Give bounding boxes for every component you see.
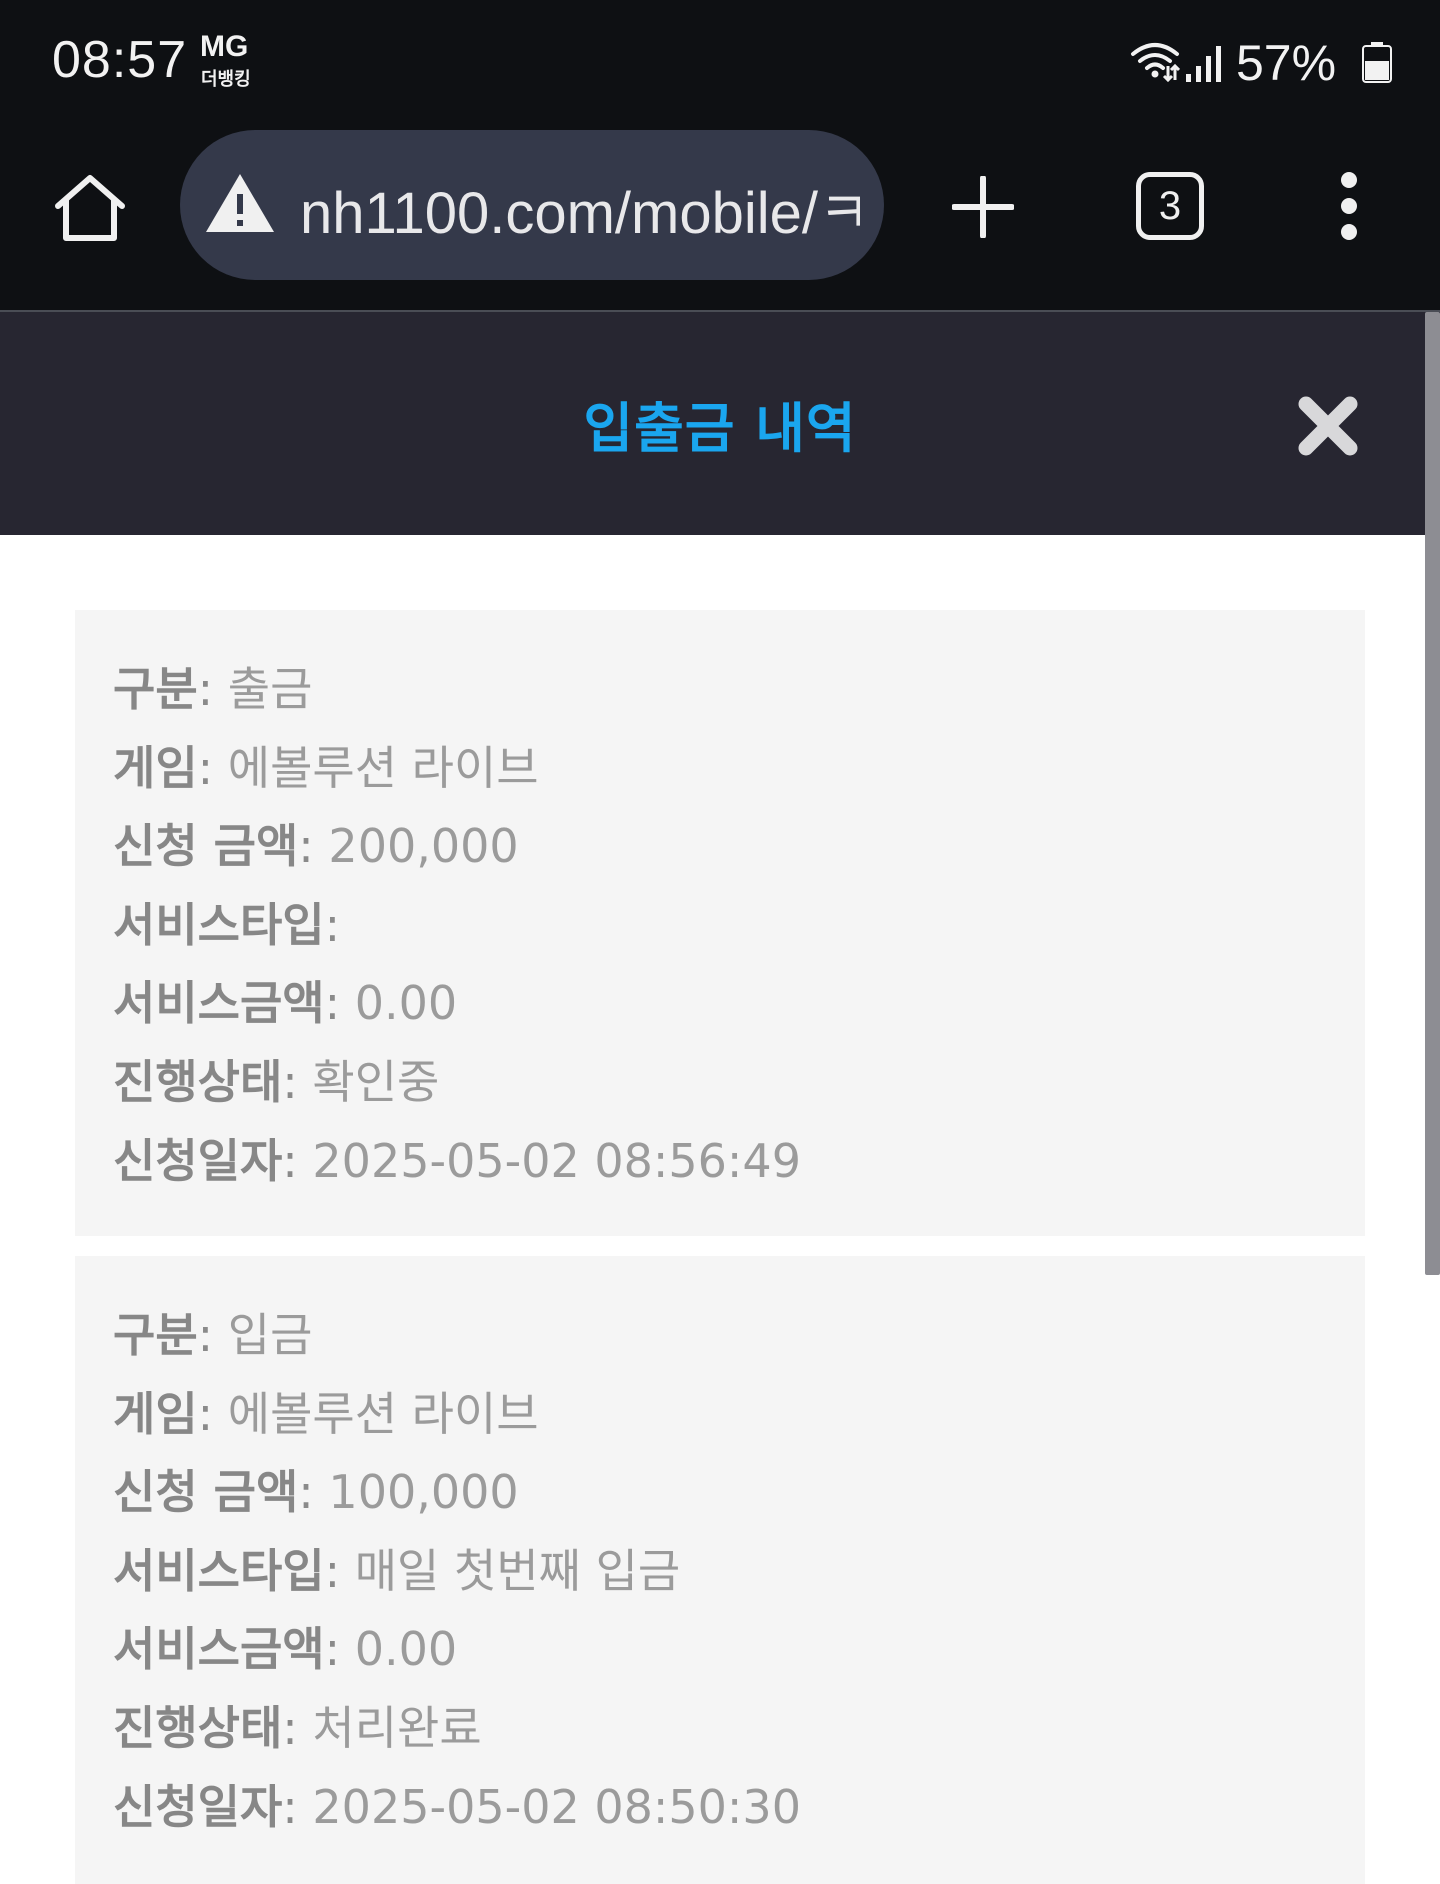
record-row-service-type: 서비스타입: 매일 첫번째 입금: [113, 1532, 1365, 1611]
tab-switcher-button[interactable]: 3: [1136, 172, 1204, 240]
address-bar[interactable]: nh1100.com/mobile/ㅋ: [180, 130, 884, 280]
value-type: 입금: [227, 1308, 313, 1362]
value-status: 처리완료: [312, 1700, 482, 1755]
label-amount: 신청 금액: [113, 819, 299, 874]
label-separator: :: [324, 1543, 341, 1598]
record-row-amount: 신청 금액: 200,000: [113, 807, 1365, 886]
battery-percent: 57%: [1236, 35, 1337, 91]
carrier-sub-label: 더뱅킹: [201, 69, 251, 90]
record-row-service-type: 서비스타입:: [113, 886, 1365, 965]
label-separator: :: [197, 1386, 214, 1441]
warning-icon[interactable]: [204, 170, 276, 236]
value-status: 확인중: [312, 1054, 440, 1109]
page-header: 입출금 내역: [0, 312, 1440, 535]
label-service-type: 서비스타입: [113, 1543, 325, 1598]
label-separator: :: [282, 1054, 298, 1109]
value-date: 2025-05-02 08:56:49: [312, 1133, 801, 1188]
label-service-amount: 서비스금액: [113, 1622, 325, 1677]
label-separator: :: [324, 1622, 341, 1677]
record-row-status: 진행상태: 확인중: [113, 1043, 1365, 1122]
status-time: 08:57: [52, 31, 188, 89]
record-row-game: 게임: 에볼루션 라이브: [113, 729, 1365, 808]
value-service-amount: 0.00: [354, 1622, 458, 1677]
record-row-service-amount: 서비스금액: 0.00: [113, 1610, 1365, 1689]
label-type: 구분: [113, 1308, 198, 1362]
value-service-type: 매일 첫번째 입금: [354, 1543, 681, 1598]
browser-toolbar: nh1100.com/mobile/ㅋ 3: [0, 126, 1440, 313]
label-status: 진행상태: [113, 1054, 283, 1109]
record-row-type: 구분: 입금: [113, 1296, 1365, 1375]
more-vert-icon[interactable]: [1336, 170, 1362, 242]
label-separator: :: [282, 1779, 298, 1834]
value-amount: 200,000: [328, 819, 519, 874]
record-row-type: 구분: 출금: [113, 650, 1365, 729]
signal-icon: [1186, 46, 1221, 82]
value-date: 2025-05-02 08:50:30: [312, 1779, 801, 1834]
label-separator: :: [197, 1308, 214, 1362]
record-row-status: 진행상태: 처리완료: [113, 1689, 1365, 1768]
label-separator: :: [324, 976, 341, 1031]
value-amount: 100,000: [328, 1465, 519, 1520]
value-game: 에볼루션 라이브: [227, 1386, 539, 1441]
home-icon[interactable]: [52, 170, 128, 246]
label-status: 진행상태: [113, 1700, 283, 1755]
label-separator: :: [298, 819, 314, 874]
record-row-amount: 신청 금액: 100,000: [113, 1453, 1365, 1532]
record-row-date: 신청일자: 2025-05-02 08:56:49: [113, 1122, 1365, 1201]
label-separator: :: [298, 1465, 314, 1520]
value-type: 출금: [227, 662, 313, 716]
value-service-amount: 0.00: [354, 976, 458, 1031]
label-game: 게임: [113, 1386, 198, 1441]
plus-icon[interactable]: [952, 176, 1014, 238]
label-amount: 신청 금액: [113, 1465, 299, 1520]
record-card: 구분: 출금 게임: 에볼루션 라이브 신청 금액: 200,000 서비스타입…: [75, 610, 1365, 1236]
label-type: 구분: [113, 662, 198, 716]
label-date: 신청일자: [113, 1133, 283, 1188]
record-row-game: 게임: 에볼루션 라이브: [113, 1375, 1365, 1454]
label-separator: :: [282, 1133, 298, 1188]
record-row-service-amount: 서비스금액: 0.00: [113, 964, 1365, 1043]
label-separator: :: [324, 897, 341, 952]
label-service-amount: 서비스금액: [113, 976, 325, 1031]
page-title: 입출금 내역: [583, 397, 857, 460]
label-date: 신청일자: [113, 1779, 283, 1834]
carrier-label: MG: [200, 30, 249, 63]
battery-icon: [1362, 42, 1392, 83]
label-service-type: 서비스타입: [113, 897, 325, 952]
label-separator: :: [197, 662, 214, 716]
label-separator: :: [282, 1700, 298, 1755]
label-separator: :: [197, 740, 214, 795]
label-game: 게임: [113, 740, 198, 795]
close-x-icon[interactable]: [1296, 394, 1360, 458]
record-card: 구분: 입금 게임: 에볼루션 라이브 신청 금액: 100,000 서비스타입…: [75, 1256, 1365, 1884]
wifi-icon: [1131, 43, 1180, 82]
status-bar: 08:57 MG 더뱅킹 57%: [0, 0, 1440, 126]
scrollbar[interactable]: [1425, 312, 1440, 1275]
record-row-date: 신청일자: 2025-05-02 08:50:30: [113, 1768, 1365, 1847]
value-game: 에볼루션 라이브: [227, 740, 539, 795]
url-text[interactable]: nh1100.com/mobile/ㅋ: [300, 166, 860, 250]
